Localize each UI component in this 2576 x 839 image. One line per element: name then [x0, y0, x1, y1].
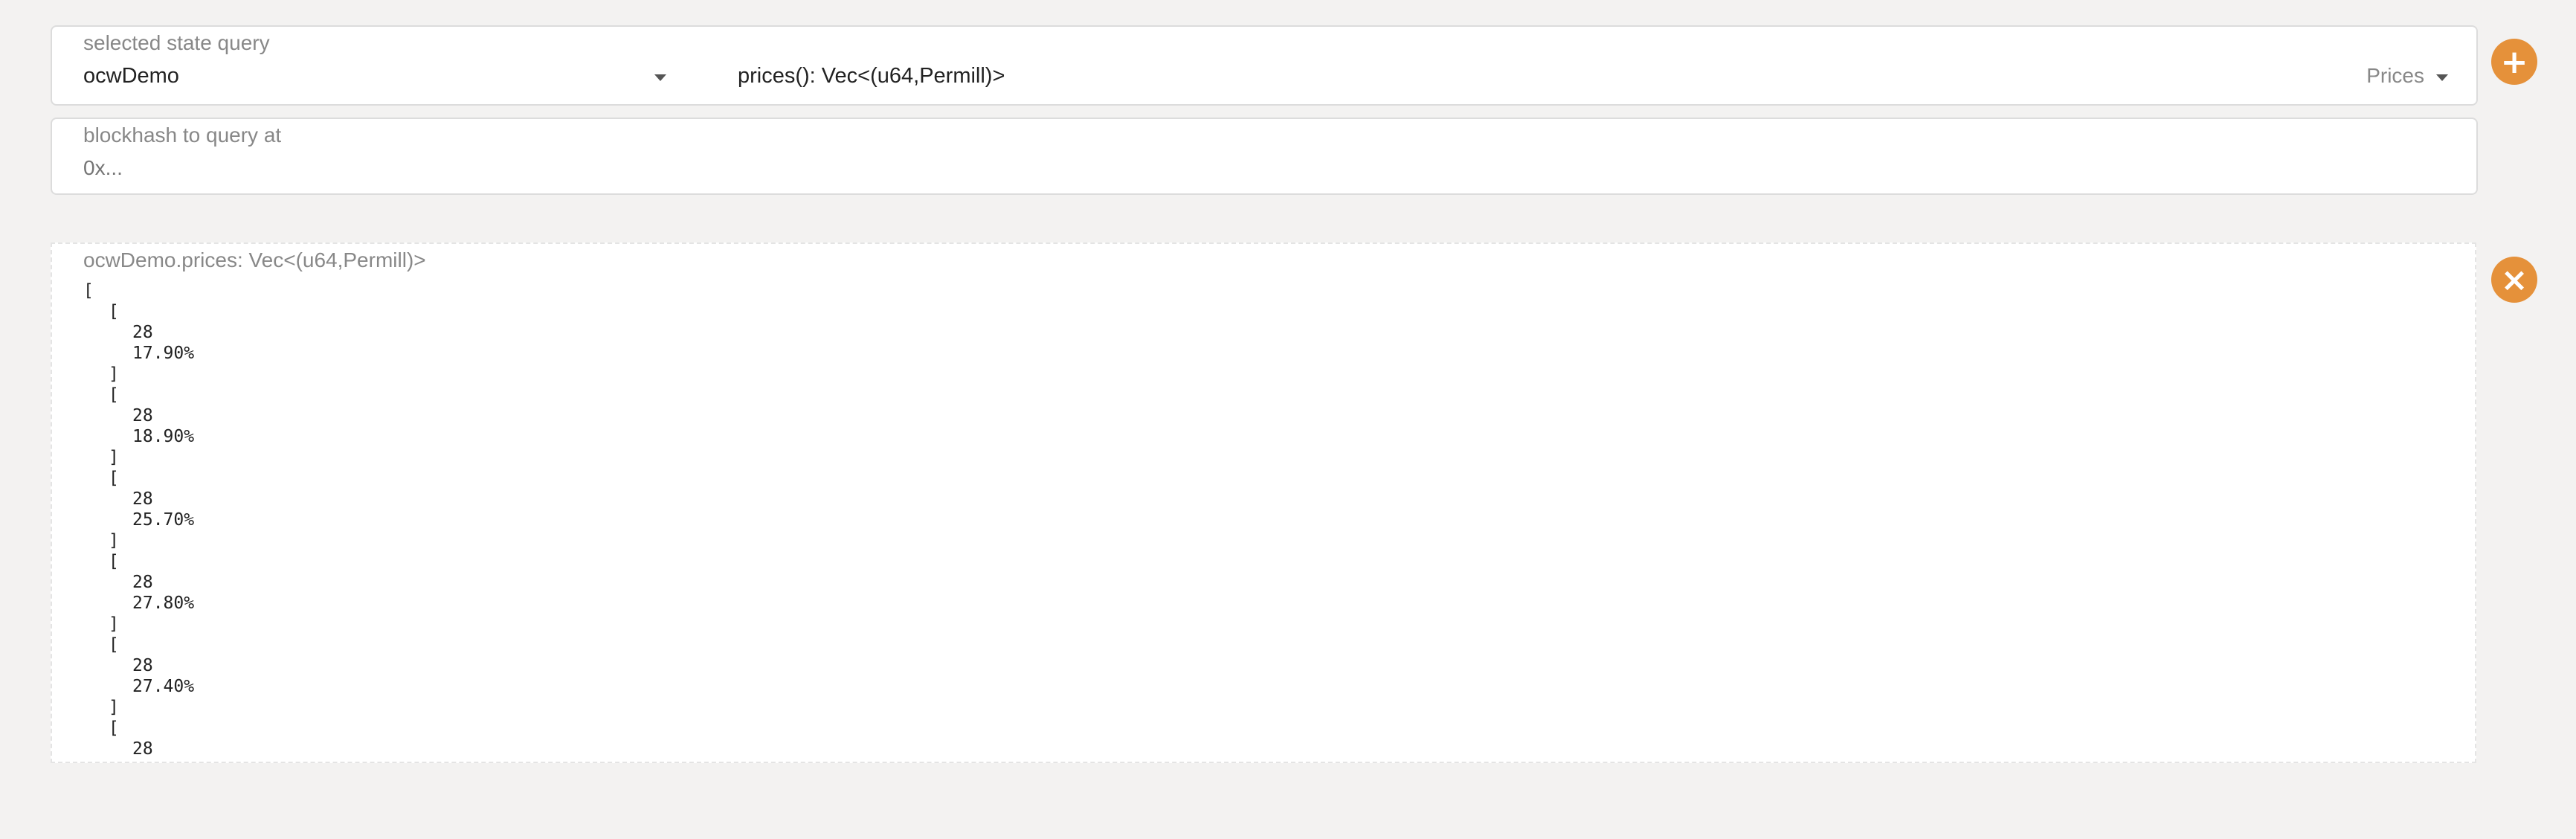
chevron-down-icon [654, 74, 666, 81]
blockhash-card: blockhash to query at [51, 118, 2478, 195]
result-line: ] [109, 698, 119, 717]
result-line: 18.90% [132, 427, 195, 446]
result-line: ] [109, 614, 119, 634]
result-line: [ [83, 281, 94, 300]
result-line: 17.90% [132, 344, 195, 363]
result-line: [ [109, 302, 119, 321]
add-query-button[interactable]: + [2491, 39, 2537, 85]
blockhash-input[interactable] [82, 152, 2450, 184]
result-line: 28 [132, 656, 153, 675]
result-line: [ [109, 552, 119, 571]
close-icon: × [2500, 260, 2528, 299]
state-query-card: selected state query ocwDemo prices(): V… [51, 25, 2478, 106]
result-line: 28 [132, 489, 153, 509]
method-dropdown[interactable]: prices(): Vec<(u64,Permill)> Prices [735, 60, 2460, 95]
result-line: ] [109, 448, 119, 467]
module-dropdown-value: ocwDemo [83, 64, 179, 88]
result-line: 28 [132, 323, 153, 342]
plus-icon: + [2500, 42, 2528, 81]
chevron-down-icon [2436, 74, 2448, 81]
result-line: [ [109, 469, 119, 488]
result-line: [ [109, 635, 119, 655]
method-dropdown-value: prices(): Vec<(u64,Permill)> [738, 64, 1005, 88]
blockhash-label: blockhash to query at [83, 123, 282, 147]
result-line: 28 [132, 573, 153, 592]
close-result-button[interactable]: × [2491, 257, 2537, 303]
state-query-label: selected state query [83, 31, 270, 54]
query-result-panel: ocwDemo.prices: Vec<(u64,Permill)> [ [ 2… [51, 242, 2476, 763]
result-line: 28 [132, 406, 153, 425]
result-line: 27.40% [132, 677, 195, 696]
result-line: [ [109, 385, 119, 405]
result-line: [ [109, 719, 119, 738]
result-line: 28 [132, 739, 153, 759]
result-line: ] [109, 364, 119, 384]
result-line: ] [109, 531, 119, 550]
result-line: 25.70% [132, 510, 195, 530]
result-line: 27.80% [132, 594, 195, 613]
result-header: ocwDemo.prices: Vec<(u64,Permill)> [83, 248, 426, 271]
method-doc-text: Prices [2366, 64, 2424, 87]
module-dropdown[interactable]: ocwDemo [82, 60, 699, 95]
